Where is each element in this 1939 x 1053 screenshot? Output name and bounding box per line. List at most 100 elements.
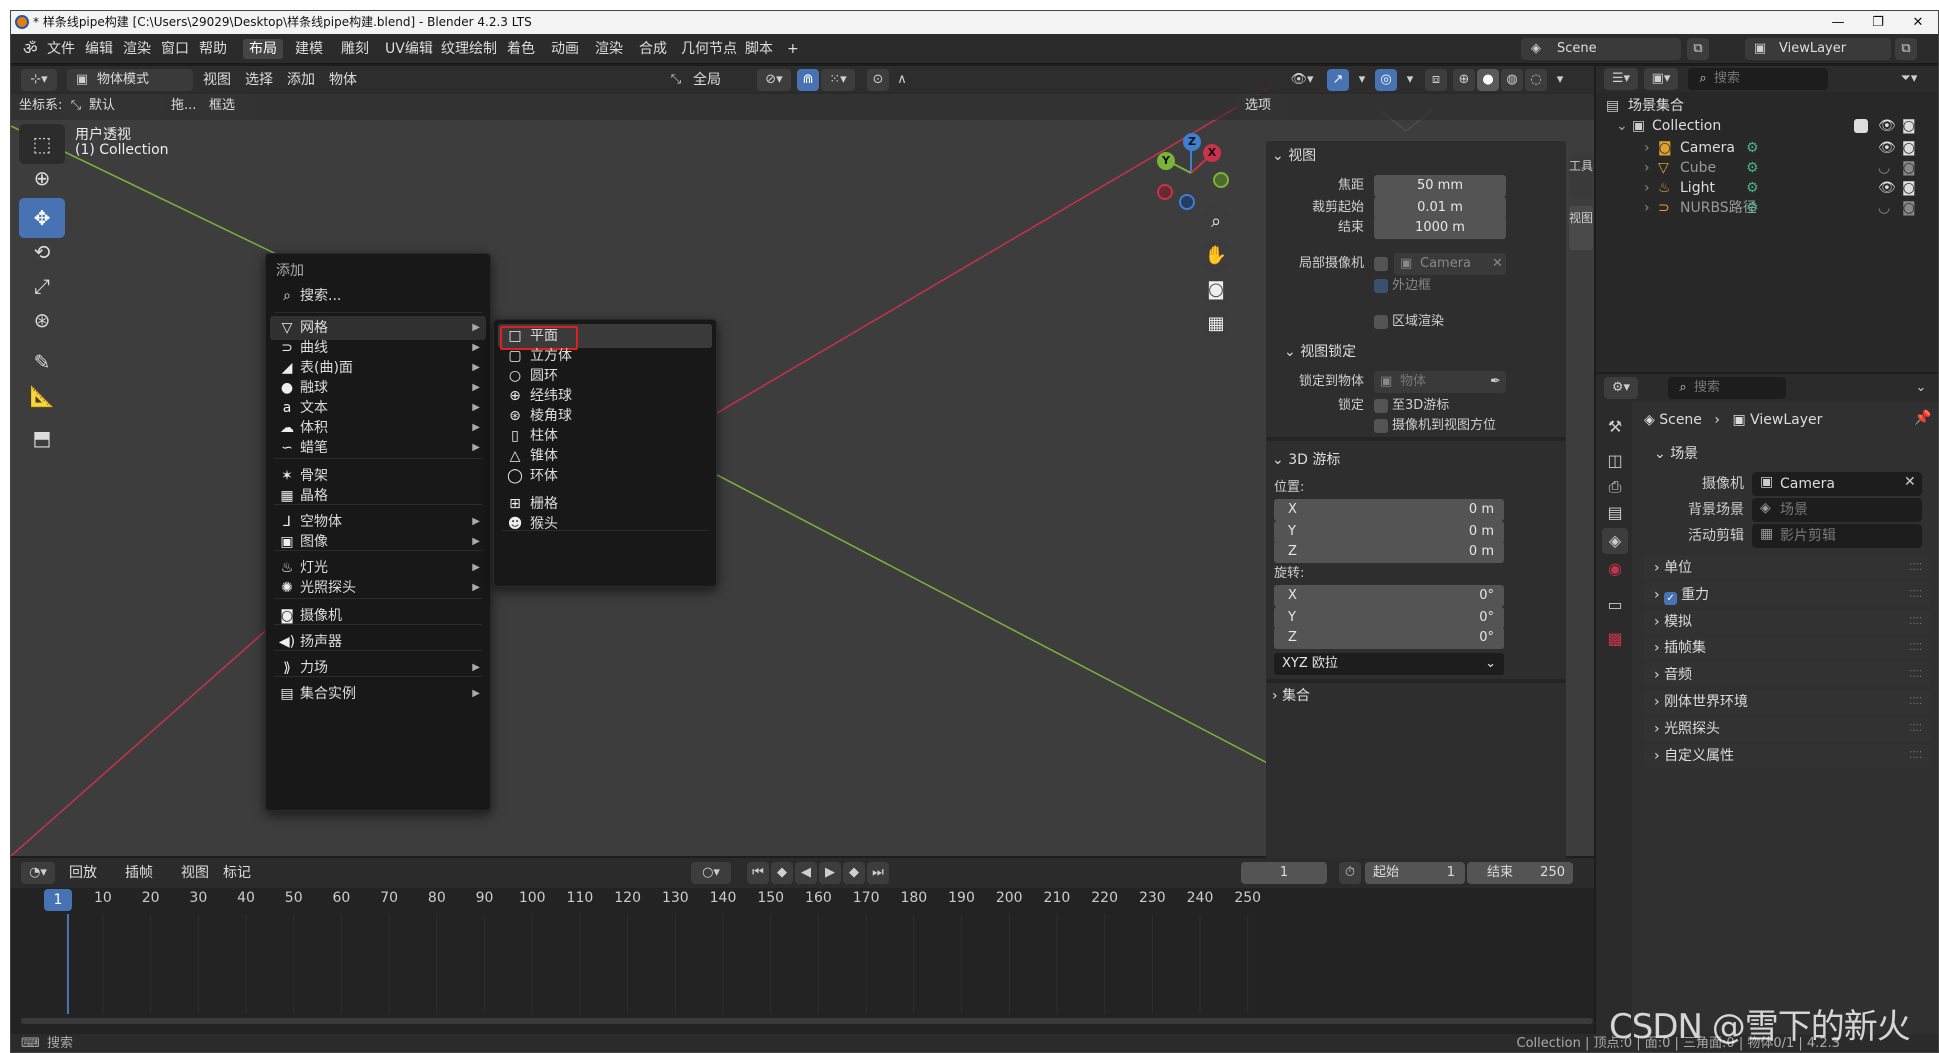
tab-render-icon[interactable]: ◫ [1602,448,1628,474]
lock-to-object-field[interactable]: 物体 [1374,371,1506,393]
drag-handle-icon[interactable]: ⁚⁚⁚⁚ [1909,744,1922,768]
transform-orientation-selector[interactable]: 全局 [687,68,727,92]
solid-shading-icon[interactable]: ● [1477,69,1499,91]
scene-panel-header[interactable]: ⌄ 场景 [1644,440,1930,468]
menu-help[interactable]: 帮助 [193,39,233,59]
expand-icon[interactable]: › [1644,196,1650,220]
gizmo-x-icon[interactable]: X [1203,144,1221,162]
eye-icon[interactable]: 👁 [1878,114,1896,138]
stopwatch-icon[interactable]: ⏱ [1339,862,1361,884]
properties-section-header[interactable]: › 刚体世界环境 ⁚⁚⁚⁚ [1644,690,1930,714]
jump-start-icon[interactable]: ⏮ [747,862,769,884]
tab-tool-icon[interactable]: ⚒ [1602,414,1628,440]
material-shading-icon[interactable]: ◍ [1501,69,1523,91]
zoom-icon[interactable]: ⌕ [1200,206,1232,238]
workspace-tab-uv[interactable]: UV编辑 [379,39,439,59]
properties-section-header[interactable]: › 光照探头 ⁚⁚⁚⁚ [1644,716,1930,741]
render-camera-icon[interactable]: ◙ [1902,196,1916,220]
new-view-layer-icon[interactable]: ⧉ [1895,38,1917,60]
tab-world-icon[interactable]: ◉ [1602,556,1628,582]
chevron-down-icon[interactable]: ⌄ [1910,377,1932,399]
outliner-row-object[interactable]: › ⊃ NURBS路径 ⚙ ◡ ◙ [1596,196,1938,220]
cursor-loc-x[interactable]: X 0 m [1274,499,1504,521]
cursor-rot-x[interactable]: X 0° [1274,585,1504,607]
3d-cursor-header[interactable]: ⌄ 3D 游标 [1272,449,1562,471]
perspective-grid-icon[interactable]: ▦ [1200,308,1232,340]
viewport-menu-add[interactable]: 添加 [281,68,321,92]
add-menu-item[interactable]: ▤ 集合实例 ▶ [270,682,486,706]
menu-render[interactable]: 渲染 [117,39,157,59]
properties-section-header[interactable]: › 插帧集 ⁚⁚⁚⁚ [1644,636,1930,661]
tool-add-cube[interactable]: ⬒ [19,418,65,458]
clip-end-field[interactable]: 1000 m [1374,217,1506,239]
background-scene-field[interactable]: 场景 [1752,498,1922,522]
pan-hand-icon[interactable]: ✋ [1200,240,1232,272]
overlay-toggle-icon[interactable]: ◎ [1375,69,1397,91]
sidebar-tab-view[interactable]: 视图 [1569,206,1593,250]
camera-view-icon[interactable]: ◙ [1200,274,1232,306]
current-frame-marker[interactable]: 1 [44,889,72,911]
current-frame-field[interactable]: 1 [1241,862,1327,884]
add-menu-item[interactable]: ∽ 蜡笔 ▶ [270,436,486,460]
gizmo-neg-x-icon[interactable] [1157,184,1173,200]
rendered-shading-icon[interactable]: ◌ [1525,69,1547,91]
tool-measure[interactable]: 📐 [19,376,65,416]
tab-scene-icon[interactable]: ◈ [1602,528,1628,554]
tab-texture-icon[interactable]: ▩ [1602,626,1628,652]
auto-keying-icon[interactable]: ○▾ [691,862,731,884]
workspace-tab-modeling[interactable]: 建模 [289,39,329,59]
clear-camera-icon[interactable]: ✕ [1492,255,1503,273]
outliner-row-collection[interactable]: ⌄ ▣ Collection 👁 ◙ [1596,114,1938,138]
drag-handle-icon[interactable]: ⁚⁚⁚⁚ [1909,556,1922,580]
region-render-checkbox[interactable] [1374,315,1388,329]
clear-camera-icon[interactable]: ✕ [1904,474,1916,490]
tab-collection-icon[interactable]: ▭ [1602,592,1628,618]
playhead-line[interactable] [67,914,69,1014]
camera-to-view-checkbox[interactable] [1374,419,1388,433]
workspace-tab-shading[interactable]: 着色 [501,39,541,59]
blender-menu-icon[interactable]: ॐ [17,39,44,59]
gravity-checkbox[interactable]: ✓ [1664,591,1678,605]
gizmo-neg-z-icon[interactable] [1179,194,1195,210]
falloff-icon[interactable]: ∧ [891,69,913,91]
close-window-button[interactable]: ✕ [1898,11,1938,34]
outliner-editor-type-icon[interactable]: ☰▾ [1604,68,1638,90]
properties-section-header[interactable]: › 模拟 ⁚⁚⁚⁚ [1644,609,1930,634]
tab-view-layer-icon[interactable]: ▤ [1602,500,1628,526]
shading-dropdown-icon[interactable]: ▾ [1549,69,1571,91]
drag-handle-icon[interactable]: ⁚⁚⁚⁚ [1909,636,1922,660]
visibility-icon[interactable]: 👁▾ [1285,69,1319,91]
cursor-loc-y[interactable]: Y 0 m [1274,521,1504,543]
viewport-menu-select[interactable]: 选择 [239,68,279,92]
object-data-icon[interactable]: ⚙ [1746,196,1759,220]
gizmo-neg-y-icon[interactable] [1213,172,1229,188]
select-mode-selector[interactable]: 框选 [201,95,255,117]
eyedropper-icon[interactable]: ✒ [1490,373,1501,391]
next-keyframe-icon[interactable]: ◆ [843,862,865,884]
menu-window[interactable]: 窗口 [155,39,195,59]
frame-start-field[interactable]: 起始 1 [1365,862,1465,884]
snap-target-icon[interactable]: ⁙▾ [821,69,855,91]
rotation-mode-dropdown[interactable]: XYZ 欧拉 ⌄ [1274,653,1504,675]
drag-handle-icon[interactable]: ⁚⁚⁚⁚ [1909,610,1922,634]
workspace-tab-sculpt[interactable]: 雕刻 [335,39,375,59]
gizmo-toggle-icon[interactable]: ↗ [1327,69,1349,91]
view-panel-header[interactable]: ⌄ 视图 [1272,145,1562,167]
gizmo-y-icon[interactable]: Y [1157,152,1175,170]
collection-exclude-checkbox[interactable] [1854,119,1868,133]
xray-toggle-icon[interactable]: ⧈ [1425,69,1447,91]
timeline-menu-keying[interactable]: 插帧 [119,861,159,885]
drag-handle-icon[interactable]: ⁚⁚⁚⁚ [1909,690,1922,714]
new-scene-icon[interactable]: ⧉ [1687,38,1709,60]
add-menu-item[interactable]: ✺ 光照探头 ▶ [270,576,486,600]
drag-handle-icon[interactable]: ⁚⁚⁚⁚ [1909,717,1922,741]
tool-transform[interactable]: ⊛ [19,300,65,340]
tool-cursor[interactable]: ⊕ [19,158,65,198]
properties-section-header[interactable]: › ✓ 重力 ⁚⁚⁚⁚ [1644,582,1930,607]
snap-toggle-icon[interactable]: ⋒ [797,69,819,91]
mesh-menu-item[interactable]: ☻ 猴头 [498,512,712,536]
cursor-rot-y[interactable]: Y 0° [1274,607,1504,629]
pin-icon[interactable]: 📌 [1914,410,1931,426]
pivot-point-icon[interactable]: ⊘▾ [757,69,791,91]
maximize-button[interactable]: ❐ [1858,11,1898,34]
